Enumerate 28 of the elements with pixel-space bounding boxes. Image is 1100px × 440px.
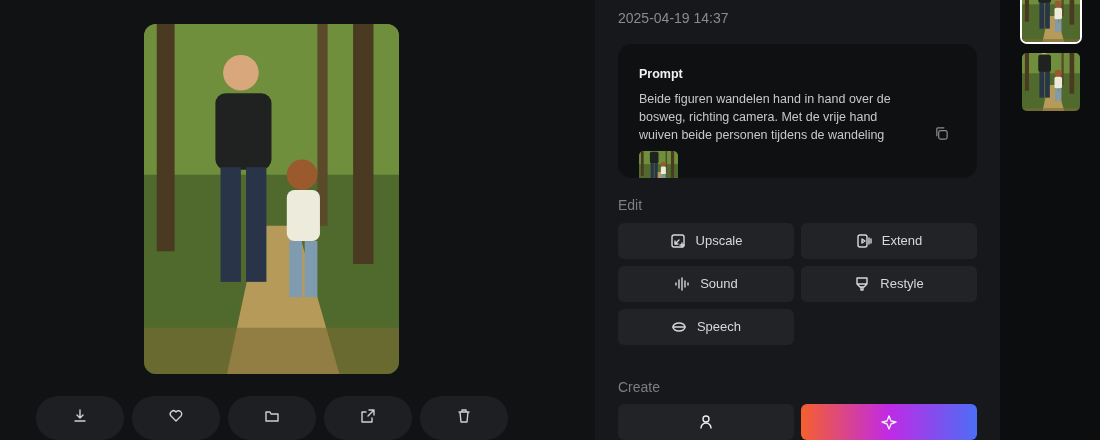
share-icon — [359, 408, 376, 424]
create-button[interactable] — [801, 404, 977, 440]
heart-icon — [167, 408, 184, 424]
video-icon — [855, 232, 872, 249]
timestamp: 2025-04-19 14:37 — [618, 10, 730, 28]
thumbnail[interactable] — [1020, 0, 1082, 44]
brush-icon — [854, 275, 871, 292]
copy-icon[interactable] — [934, 126, 949, 142]
prompt-title: Prompt — [639, 67, 684, 82]
person-icon — [698, 414, 714, 430]
edit-button[interactable]: Extend — [801, 222, 977, 259]
edit-button[interactable]: Speech — [618, 308, 794, 345]
folder-icon — [263, 408, 280, 424]
edit-button[interactable]: Upscale — [618, 222, 794, 259]
waveform-icon — [674, 275, 691, 292]
trash-icon — [455, 408, 472, 424]
download-icon — [71, 408, 88, 424]
thumbnail[interactable] — [1020, 51, 1082, 113]
section-title: Edit — [618, 197, 644, 215]
section-title: Create — [618, 378, 662, 396]
edit-button[interactable]: Sound — [618, 265, 794, 302]
sparkle-icon — [881, 414, 897, 430]
toolbar-button[interactable] — [227, 396, 316, 440]
upscale-icon — [669, 232, 686, 249]
toolbar-button[interactable] — [323, 396, 412, 440]
edit-button[interactable]: Restyle — [801, 265, 977, 302]
toolbar-button[interactable] — [419, 396, 508, 440]
prompt-text: Beide figuren wandelen hand in hand over de bosweg, richting camera. Met de vrije hand wuiven beide personen tijdens de wandeling — [639, 91, 892, 145]
